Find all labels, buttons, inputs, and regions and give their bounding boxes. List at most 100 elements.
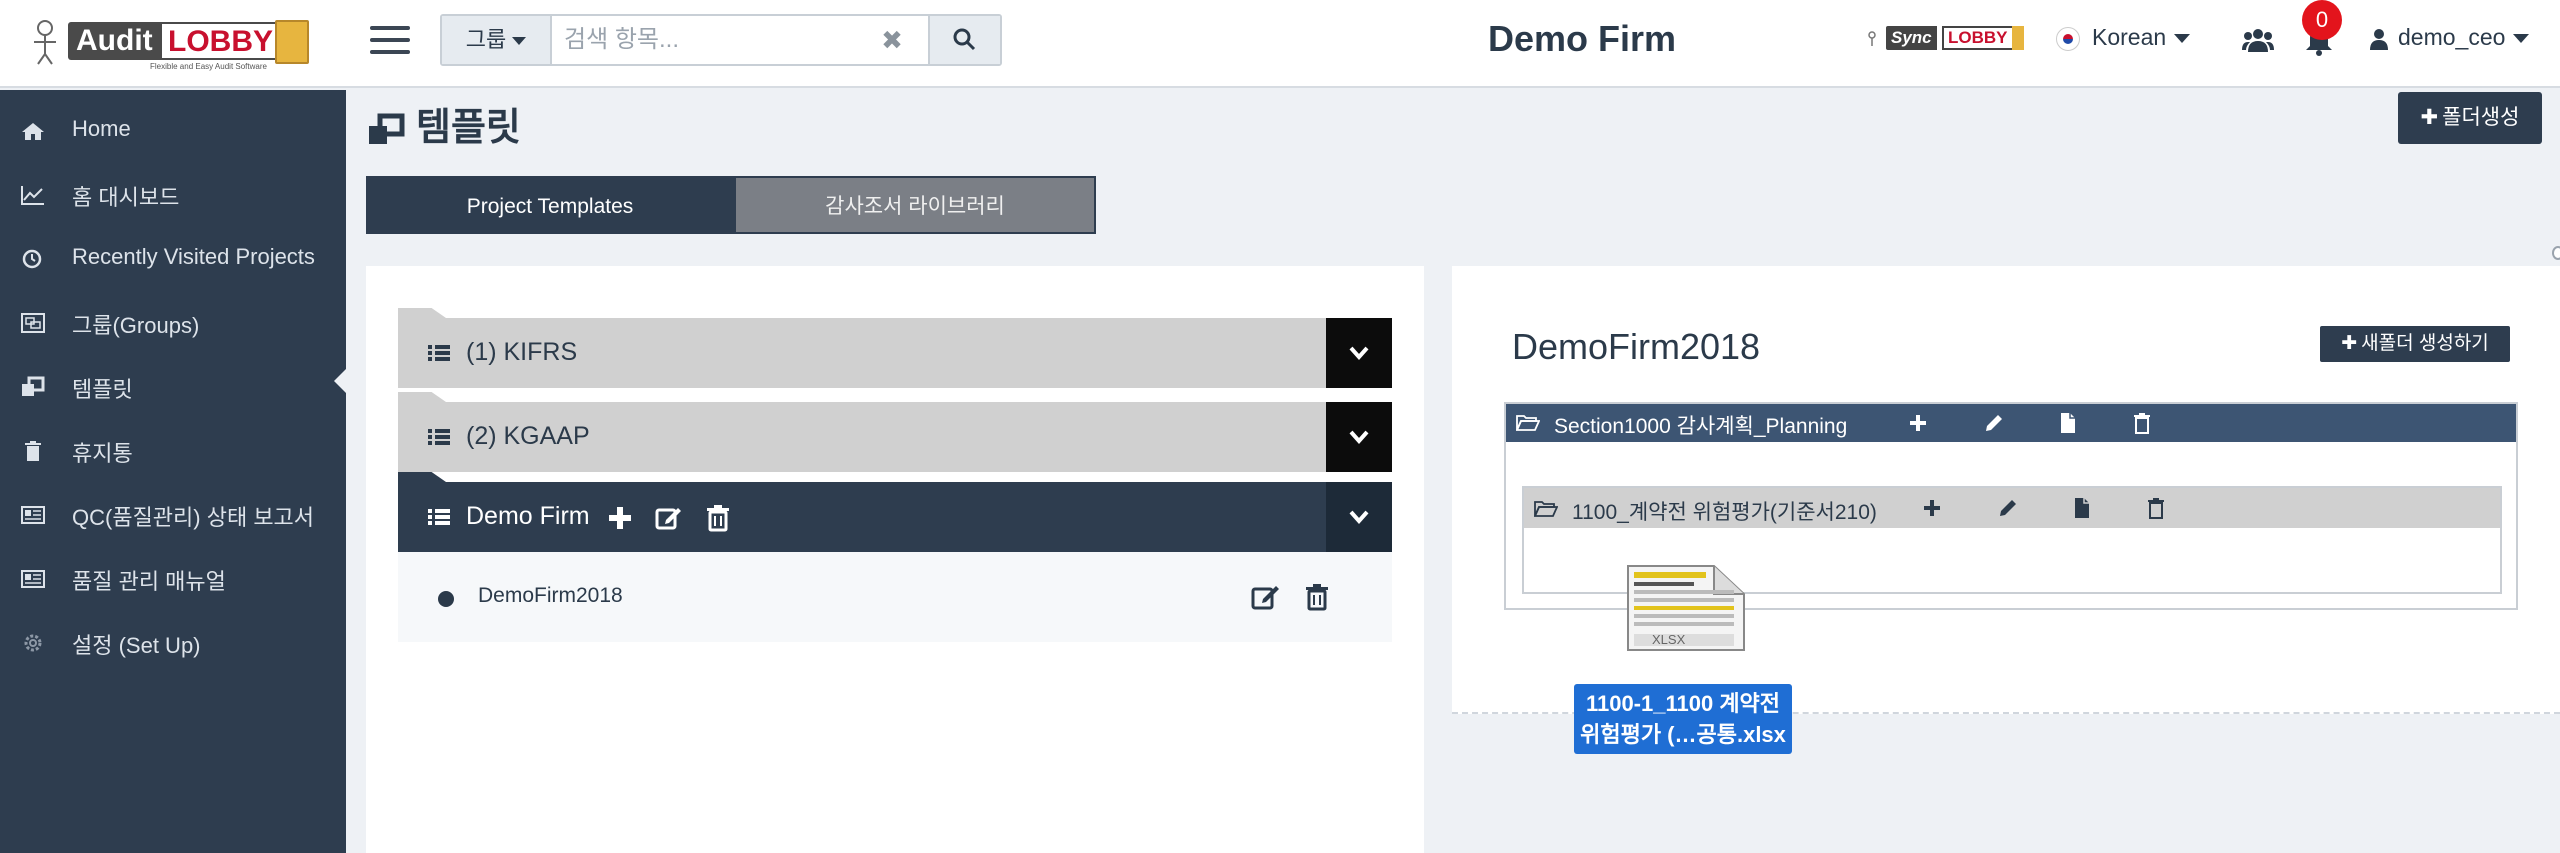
file-icon[interactable]: [2056, 411, 2080, 435]
caret-down-icon: [512, 37, 527, 46]
sidebar-item-label: QC(품질관리) 상태 보고서: [72, 505, 315, 530]
logo-folder-icon: [275, 20, 309, 64]
logo-word-lobby: LOBBY: [160, 22, 281, 60]
trash-icon[interactable]: [704, 504, 732, 532]
edit-icon[interactable]: [1250, 582, 1280, 612]
tab-workpaper-library[interactable]: 감사조서 라이브러리: [734, 176, 1096, 234]
users-icon[interactable]: [2242, 26, 2274, 54]
template-group-name: (2) KGAAP: [466, 422, 590, 450]
template-detail-panel: DemoFirm2018 ✚ 새폴더 생성하기 Section1000 감사계획_…: [1452, 266, 2560, 714]
trash-icon[interactable]: [1302, 582, 1332, 612]
app-logo[interactable]: Audit LOBBY Flexible and Easy Audit Soft…: [30, 16, 315, 72]
firm-name: Demo Firm: [1488, 18, 1677, 59]
collapse-button[interactable]: [1326, 482, 1392, 552]
caret-down-icon: [2174, 34, 2191, 44]
clock-icon: [22, 249, 42, 269]
menu-toggle-icon[interactable]: [368, 20, 412, 60]
sidebar-item-label: Home: [72, 116, 131, 141]
list-icon: [428, 345, 450, 361]
sidebar-item-qc-report[interactable]: QC(품질관리) 상태 보고서: [0, 490, 346, 538]
new-folder-label: 새폴더 생성하기: [2361, 333, 2489, 354]
clear-search-icon[interactable]: ✖: [872, 16, 912, 64]
folder-open-icon: [1534, 501, 1558, 517]
add-plus-icon[interactable]: [1920, 496, 1944, 520]
sidebar-item-templates[interactable]: 템플릿: [0, 362, 346, 410]
template-group-name: (1) KIFRS: [466, 338, 578, 366]
create-folder-label: 폴더생성: [2442, 106, 2520, 129]
template-group-row[interactable]: (2) KGAAP: [398, 392, 1392, 472]
trash-icon: [25, 441, 41, 461]
template-group-name: Demo Firm: [466, 502, 590, 530]
caret-down-icon: [2513, 34, 2530, 44]
sync-figure-icon: [1868, 31, 1876, 46]
sidebar-item-label: 홈 대시보드: [72, 185, 180, 210]
user-menu[interactable]: demo_ceo: [2370, 24, 2530, 51]
user-icon: [2370, 28, 2388, 50]
language-label: Korean: [2092, 24, 2167, 50]
trash-icon[interactable]: [2130, 411, 2154, 435]
gear-icon: [24, 634, 42, 652]
sidebar-item-home[interactable]: Home: [0, 106, 346, 154]
search-group-label: 그룹: [465, 27, 507, 52]
create-folder-button[interactable]: ✚ 폴더생성: [2398, 92, 2542, 144]
search-group-dropdown[interactable]: 그룹: [442, 16, 552, 64]
template-item[interactable]: DemoFirm2018: [398, 552, 1392, 642]
dragged-file-icon[interactable]: XLSX: [1626, 564, 1746, 652]
sidebar-item-label: Recently Visited Projects: [72, 244, 315, 269]
bullet-icon: [438, 591, 454, 607]
panel-resize-handle[interactable]: [2552, 246, 2560, 260]
page-title-text: 템플릿: [416, 107, 521, 149]
newspaper-icon: [21, 506, 45, 524]
chevron-down-icon: [1349, 430, 1369, 444]
pencil-icon[interactable]: [1996, 496, 2020, 520]
sidebar-item-setup[interactable]: 설정 (Set Up): [0, 618, 346, 666]
dragged-file-label: 1100-1_1100 계약전 위험평가 (…공통.xlsx: [1574, 684, 1792, 754]
korea-flag-icon: [2056, 26, 2080, 51]
add-plus-icon[interactable]: [606, 504, 634, 532]
search-icon: [953, 28, 976, 51]
sidebar-item-recent-projects[interactable]: Recently Visited Projects: [0, 234, 346, 282]
template-group-row[interactable]: (1) KIFRS: [398, 308, 1392, 388]
sidebar-item-label: 그룹(Groups): [72, 313, 200, 338]
add-plus-icon[interactable]: [1906, 411, 1930, 435]
sidebar-item-groups[interactable]: 그룹(Groups): [0, 298, 346, 346]
line-chart-icon: [21, 186, 44, 205]
trash-icon[interactable]: [2144, 496, 2168, 520]
plus-icon: ✚: [2420, 106, 2439, 129]
search-button[interactable]: [928, 16, 1000, 64]
home-icon: [22, 123, 44, 140]
new-folder-button[interactable]: ✚ 새폴더 생성하기: [2320, 326, 2510, 362]
sync-lobby-logo[interactable]: Sync LOBBY: [1862, 24, 2024, 54]
tab-project-templates[interactable]: Project Templates: [366, 176, 734, 234]
chevron-down-icon: [1349, 510, 1369, 524]
logo-word-audit: Audit: [68, 22, 161, 60]
template-tabs: Project Templates 감사조서 라이브러리: [366, 176, 1096, 234]
search-bar: 그룹 ✖: [440, 14, 1002, 66]
top-bar: Audit LOBBY Flexible and Easy Audit Soft…: [0, 0, 2560, 88]
sync-logo-word-sync: Sync: [1886, 26, 1937, 50]
newspaper-icon: [21, 570, 45, 588]
sidebar-item-label: 템플릿: [72, 377, 133, 402]
search-input[interactable]: [564, 20, 910, 60]
sidebar-item-dashboard[interactable]: 홈 대시보드: [0, 170, 346, 218]
sidebar-item-label: 휴지통: [72, 441, 133, 466]
list-icon: [428, 509, 450, 525]
language-selector[interactable]: Korean: [2056, 24, 2191, 58]
row-tab-notch: [398, 392, 446, 402]
sidebar-item-quality-manual[interactable]: 품질 관리 매뉴얼: [0, 554, 346, 602]
page-title: 템플릿: [366, 96, 521, 151]
section-folder-header[interactable]: Section1000 감사계획_Planning: [1506, 404, 2516, 442]
expand-button[interactable]: [1326, 318, 1392, 388]
expand-button[interactable]: [1326, 402, 1392, 472]
pencil-icon[interactable]: [1982, 411, 2006, 435]
file-icon[interactable]: [2070, 496, 2094, 520]
template-group-row[interactable]: Demo Firm: [398, 472, 1392, 552]
object-group-icon: [21, 313, 45, 333]
sub-folder-header[interactable]: 1100_계약전 위험평가(기준서210): [1524, 488, 2500, 528]
template-item-name: DemoFirm2018: [478, 584, 623, 607]
sidebar-item-trash[interactable]: 휴지통: [0, 426, 346, 474]
dragged-file-type: XLSX: [1652, 632, 1686, 647]
notification-badge[interactable]: 0: [2302, 0, 2342, 40]
edit-icon[interactable]: [654, 504, 682, 532]
sync-logo-word-lobby: LOBBY: [1942, 26, 2014, 50]
